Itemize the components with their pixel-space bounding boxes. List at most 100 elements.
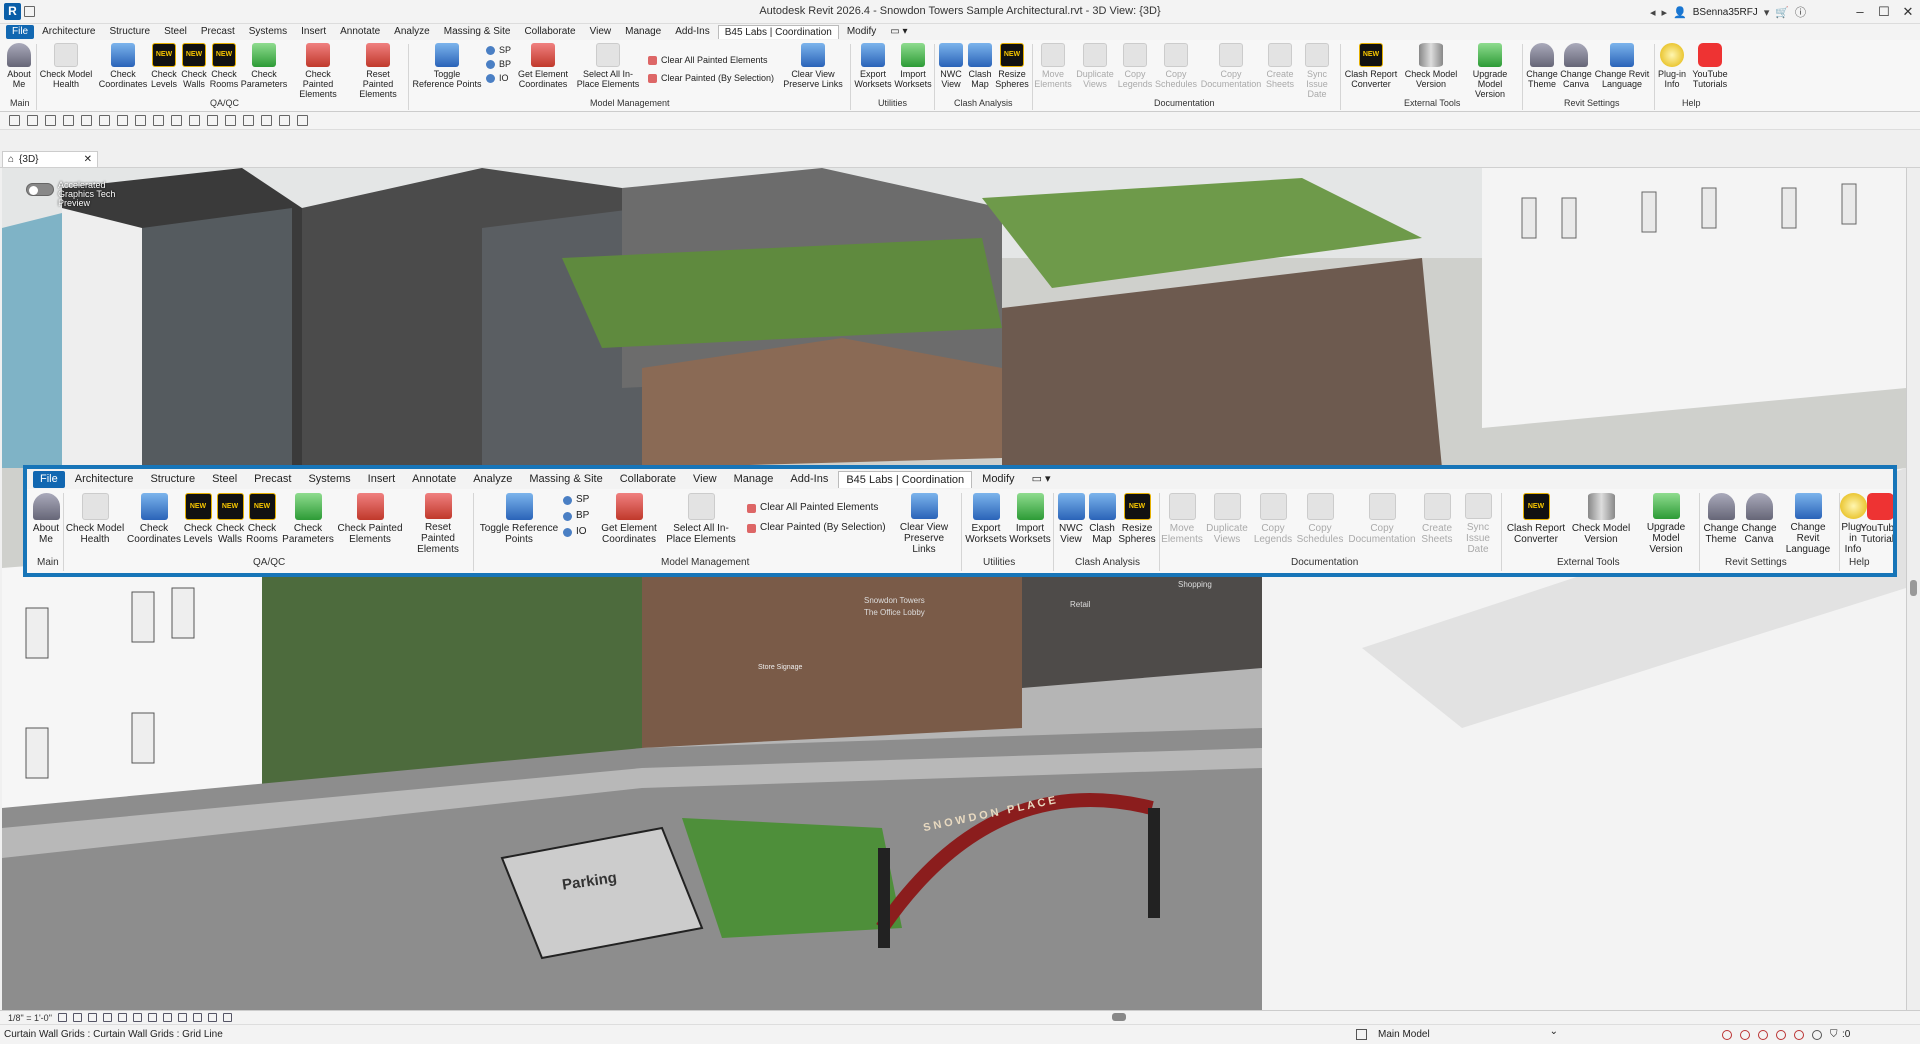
crop-view-icon[interactable]	[117, 1013, 127, 1022]
viewport-scroll-thumb[interactable]	[1910, 580, 1917, 596]
check-coordinates-button[interactable]: Check Coordinates	[98, 43, 148, 99]
callout-clash-map-button[interactable]: Clash Map	[1087, 493, 1117, 555]
callout-create-sheets-button[interactable]: Create Sheets	[1419, 493, 1455, 555]
tab-annotate[interactable]: Annotate	[334, 25, 386, 39]
callout-check-coordinates-button[interactable]: Check Coordinates	[127, 493, 181, 555]
resize-spheres-button[interactable]: NEW Resize Spheres	[995, 43, 1029, 99]
open-icon[interactable]	[9, 115, 20, 126]
callout-tab-structure[interactable]: Structure	[143, 471, 202, 488]
3d-viewport[interactable]: Accelerated Graphics Tech Preview Parkin…	[2, 168, 1906, 1010]
reset-painted-elements-button[interactable]: Reset Painted Elements	[350, 43, 406, 99]
callout-tab-precast[interactable]: Precast	[247, 471, 298, 488]
nwc-view-button[interactable]: NWC View	[938, 43, 964, 99]
section-icon[interactable]	[225, 115, 236, 126]
copy-schedules-button[interactable]: Copy Schedules	[1154, 43, 1198, 99]
tab-b45-coordination[interactable]: B45 Labs | Coordination	[717, 25, 839, 39]
copy-legends-button[interactable]: Copy Legends	[1118, 43, 1152, 99]
callout-check-parameters-button[interactable]: Check Parameters	[282, 493, 334, 555]
close-button[interactable]: ✕	[1896, 0, 1920, 24]
callout-check-rooms-button[interactable]: NEW Check Rooms	[246, 493, 278, 555]
accelerated-graphics-toggle[interactable]	[26, 183, 54, 196]
user-icon[interactable]: 👤	[1673, 6, 1687, 19]
print-icon[interactable]	[117, 115, 128, 126]
view-tab-3d[interactable]: ⌂ {3D} ✕	[2, 151, 98, 167]
tab-steel[interactable]: Steel	[158, 25, 193, 39]
worksharing-display-icon[interactable]	[192, 1013, 202, 1022]
create-sheets-button[interactable]: Create Sheets	[1264, 43, 1296, 99]
get-element-coordinates-button[interactable]: Get Element Coordinates	[516, 43, 570, 99]
callout-tab-systems[interactable]: Systems	[301, 471, 357, 488]
callout-tab-modify[interactable]: Modify	[975, 471, 1021, 488]
callout-tab-add-ins[interactable]: Add-Ins	[783, 471, 835, 488]
check-walls-button[interactable]: NEW Check Walls	[180, 43, 208, 99]
tab-view[interactable]: View	[584, 25, 618, 39]
drag-elements-icon[interactable]	[1794, 1030, 1804, 1040]
customize-qat-icon[interactable]	[297, 115, 308, 126]
tab-collaborate[interactable]: Collaborate	[518, 25, 581, 39]
callout-tab-manage[interactable]: Manage	[727, 471, 781, 488]
tab-dropdown[interactable]: ▭ ▾	[884, 25, 913, 39]
active-model-select[interactable]: Main Model	[1378, 1026, 1558, 1040]
username[interactable]: BSenna35RFJ	[1693, 7, 1758, 18]
new-icon[interactable]	[27, 115, 38, 126]
sp-toggle[interactable]: SP	[486, 44, 511, 56]
maximize-button[interactable]: ☐	[1872, 0, 1896, 24]
clear-view-preserve-links-button[interactable]: Clear View Preserve Links	[782, 43, 844, 99]
switch-windows-icon[interactable]	[279, 115, 290, 126]
help-icon[interactable]: ⓘ	[1795, 4, 1806, 20]
callout-export-worksets-button[interactable]: Export Worksets	[965, 493, 1007, 555]
callout-reset-painted-elements-button[interactable]: Reset Painted Elements	[407, 493, 469, 555]
analytical-model-icon[interactable]	[207, 1013, 217, 1022]
toggle-reference-points-button[interactable]: Toggle Reference Points	[412, 43, 482, 99]
bp-toggle[interactable]: BP	[486, 58, 511, 70]
clear-all-painted-button[interactable]: Clear All Painted Elements	[648, 54, 774, 66]
about-me-button[interactable]: About Me	[4, 43, 34, 99]
clear-painted-selection-button[interactable]: Clear Painted (By Selection)	[648, 72, 774, 84]
tab-insert[interactable]: Insert	[295, 25, 332, 39]
check-model-health-button[interactable]: Check Model Health	[38, 43, 94, 99]
dimension-icon[interactable]	[153, 115, 164, 126]
account-dropdown-icon[interactable]: ▾	[1764, 6, 1770, 19]
callout-tab-insert[interactable]: Insert	[361, 471, 403, 488]
background-processes-icon[interactable]	[1812, 1030, 1822, 1040]
callout-tab-analyze[interactable]: Analyze	[466, 471, 519, 488]
highlight-displacement-icon[interactable]	[222, 1013, 232, 1022]
tab-file[interactable]: File	[6, 25, 35, 39]
select-all-inplace-button[interactable]: Select All In-Place Elements	[572, 43, 644, 99]
callout-change-canva-button[interactable]: Change Canva	[1741, 493, 1777, 555]
visual-style-icon[interactable]	[72, 1013, 82, 1022]
io-toggle[interactable]: IO	[486, 72, 511, 84]
callout-change-theme-button[interactable]: Change Theme	[1703, 493, 1739, 555]
measure-icon[interactable]	[135, 115, 146, 126]
callout-copy-schedules-button[interactable]: Copy Schedules	[1295, 493, 1345, 555]
callout-sp-toggle[interactable]: SP	[563, 493, 589, 507]
filter-icon[interactable]: ⛉	[1830, 1029, 1838, 1040]
callout-get-element-coordinates-button[interactable]: Get Element Coordinates	[599, 493, 659, 555]
callout-sync-issue-date-button[interactable]: Sync Issue Date	[1457, 493, 1499, 555]
check-levels-button[interactable]: NEW Check Levels	[150, 43, 178, 99]
tab-modify[interactable]: Modify	[841, 25, 882, 39]
tab-structure[interactable]: Structure	[103, 25, 156, 39]
check-painted-elements-button[interactable]: Check Painted Elements	[290, 43, 346, 99]
callout-clear-all-painted-button[interactable]: Clear All Painted Elements	[747, 501, 886, 515]
callout-tab-b45-coordination[interactable]: B45 Labs | Coordination	[838, 470, 973, 488]
export-worksets-button[interactable]: Export Worksets	[854, 43, 892, 99]
minimize-button[interactable]: –	[1848, 0, 1872, 24]
callout-clear-view-preserve-links-button[interactable]: Clear View Preserve Links	[891, 493, 957, 555]
callout-tab-view[interactable]: View	[686, 471, 724, 488]
shadows-icon[interactable]	[102, 1013, 112, 1022]
show-crop-icon[interactable]	[132, 1013, 142, 1022]
upgrade-model-version-button[interactable]: Upgrade Model Version	[1462, 43, 1518, 99]
tab-manage[interactable]: Manage	[619, 25, 667, 39]
change-revit-language-button[interactable]: Change Revit Language	[1594, 43, 1650, 99]
select-underlay-icon[interactable]	[1740, 1030, 1750, 1040]
check-parameters-button[interactable]: Check Parameters	[241, 43, 287, 99]
sync-icon[interactable]	[63, 115, 74, 126]
tab-architecture[interactable]: Architecture	[36, 25, 101, 39]
tag-icon[interactable]	[171, 115, 182, 126]
callout-move-elements-button[interactable]: Move Elements	[1161, 493, 1203, 555]
callout-copy-documentation-button[interactable]: Copy Documentation	[1347, 493, 1417, 555]
callout-select-all-inplace-button[interactable]: Select All In-Place Elements	[661, 493, 741, 555]
viewport-horizontal-scroll-thumb[interactable]	[1112, 1013, 1126, 1021]
sun-path-icon[interactable]	[87, 1013, 97, 1022]
